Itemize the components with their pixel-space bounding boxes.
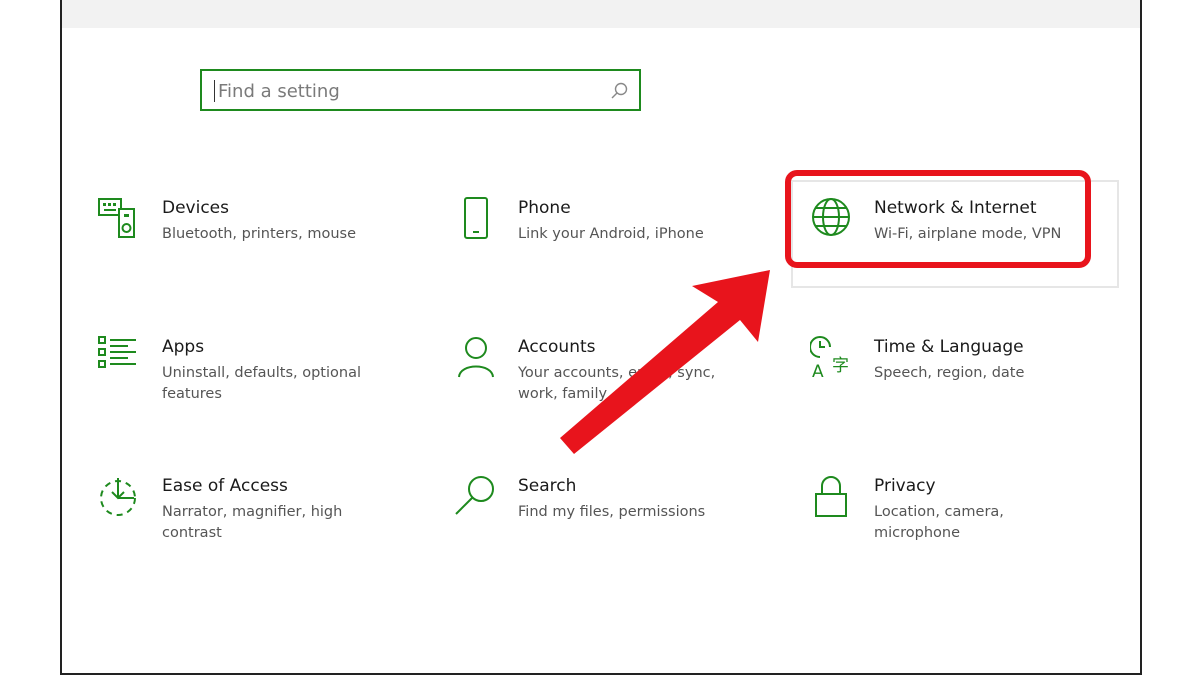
tile-description: Speech, region, date: [874, 365, 1025, 381]
tile-description: Bluetooth, printers, mouse: [162, 226, 356, 242]
svg-text:A: A: [812, 362, 824, 381]
search-box[interactable]: [200, 69, 641, 111]
devices-icon: [98, 198, 135, 238]
settings-window: Devices Bluetooth, printers, mouse Phone…: [60, 0, 1142, 675]
text-caret: [214, 80, 215, 102]
tile-title: Phone: [518, 198, 571, 218]
tile-description: Narrator, magnifier, high contrast: [162, 504, 343, 541]
tile-devices[interactable]: Devices Bluetooth, printers, mouse: [98, 196, 398, 276]
apps-list-icon: [98, 336, 136, 368]
tile-time-language[interactable]: A 字 Time & Language Speech, region, date: [810, 335, 1110, 415]
title-bar: [62, 0, 1140, 28]
tile-description: Find my files, permissions: [518, 504, 706, 520]
tile-title: Privacy: [874, 476, 936, 496]
person-icon: [458, 337, 494, 378]
search-icon[interactable]: [609, 81, 629, 101]
tile-title: Ease of Access: [162, 476, 288, 496]
tile-privacy[interactable]: Privacy Location, camera, microphone: [810, 474, 1110, 554]
magnifier-icon: [455, 476, 494, 515]
tile-search[interactable]: Search Find my files, permissions: [454, 474, 754, 554]
search-input[interactable]: [216, 71, 600, 111]
tile-ease-of-access[interactable]: Ease of Access Narrator, magnifier, high…: [98, 474, 398, 554]
tile-title: Devices: [162, 198, 229, 218]
phone-icon: [464, 197, 488, 239]
tile-apps[interactable]: Apps Uninstall, defaults, optional featu…: [98, 335, 398, 415]
tile-title: Time & Language: [874, 337, 1024, 357]
tile-description: Uninstall, defaults, optional features: [162, 365, 361, 402]
time-language-icon: A 字: [810, 336, 849, 381]
tile-title: Search: [518, 476, 577, 496]
tile-description: Location, camera, microphone: [874, 504, 1004, 541]
lock-icon: [815, 476, 847, 517]
red-arrow-icon: [560, 270, 770, 454]
ease-of-access-icon: [100, 478, 136, 516]
svg-text:字: 字: [832, 356, 849, 376]
tile-description: Link your Android, iPhone: [518, 226, 704, 242]
tile-title: Apps: [162, 337, 205, 357]
highlight-box: [785, 170, 1091, 268]
